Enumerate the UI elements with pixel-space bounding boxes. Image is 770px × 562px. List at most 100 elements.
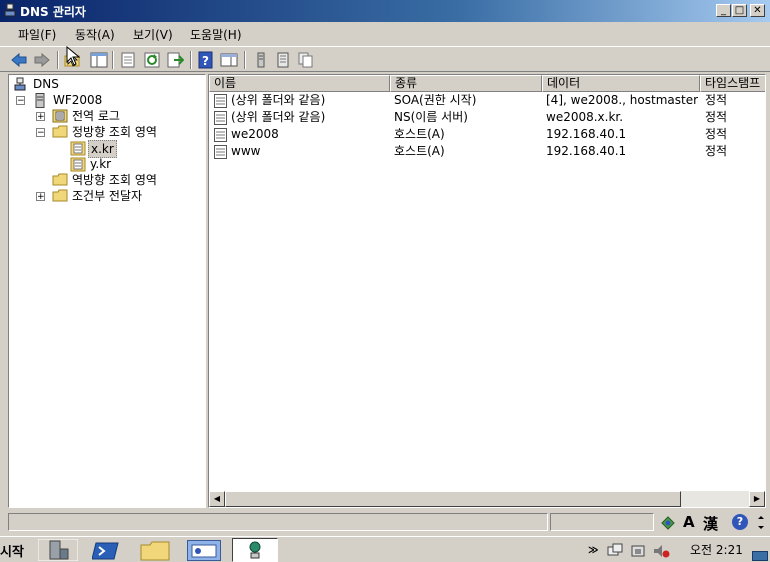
record-icon [214, 145, 227, 159]
status-panel [8, 513, 548, 531]
toolbar-separator [244, 51, 246, 69]
tree-item-label: WF2008 [53, 93, 103, 107]
expand-toggle[interactable]: + [36, 192, 45, 202]
column-header-name[interactable]: 이름 [209, 75, 390, 92]
taskbar: 시작 ≫ 오전 2:21 [0, 536, 770, 562]
menu-view[interactable]: 보기(V) [133, 26, 173, 43]
record-name: (상위 폴더와 같음) [231, 110, 326, 124]
dns-app-icon [249, 541, 261, 559]
scroll-thumb[interactable] [225, 491, 681, 507]
record-timestamp: 정적 [705, 127, 728, 141]
tree-item-label: 정방향 조회 영역 [72, 125, 157, 139]
record-type: 호스트(A) [394, 127, 445, 141]
powershell-icon[interactable] [92, 541, 120, 561]
menu-file[interactable]: 파일(F) [18, 26, 56, 43]
folder-icon [52, 189, 68, 202]
table-row[interactable]: we2008 호스트(A) 192.168.40.1 정적 [209, 126, 765, 143]
collapse-toggle[interactable]: − [16, 96, 25, 106]
svg-text:?: ? [202, 54, 209, 68]
export-list-icon[interactable] [166, 51, 184, 69]
toolbar: ? [0, 46, 770, 72]
status-bar: A 漢 ? [0, 510, 770, 534]
action-pane-icon[interactable] [220, 51, 238, 69]
record-type: NS(이름 서버) [394, 110, 468, 124]
column-header-type[interactable]: 종류 [390, 75, 542, 92]
record-data: 192.168.40.1 [546, 144, 627, 158]
language-bar-icon[interactable] [660, 515, 676, 531]
table-row[interactable]: (상위 폴더와 같음) SOA(권한 시작) [4], we2008., hos… [209, 92, 765, 109]
record-name: (상위 폴더와 같음) [231, 93, 326, 107]
security-tray-icon[interactable] [630, 543, 646, 559]
record-timestamp: 정적 [705, 110, 728, 124]
tree-item-label: DNS [33, 77, 59, 91]
record-name: www [231, 144, 261, 158]
record-name: we2008 [231, 127, 279, 141]
collapse-toggle[interactable]: − [36, 128, 45, 138]
record-icon [214, 111, 227, 125]
tree-item-label: y.kr [90, 157, 112, 171]
close-button[interactable]: ✕ [750, 4, 765, 17]
table-row[interactable]: www 호스트(A) 192.168.40.1 정적 [209, 143, 765, 160]
minimize-button[interactable]: _ [716, 4, 731, 17]
copy-icon[interactable] [296, 51, 314, 69]
menu-action[interactable]: 동작(A) [75, 26, 115, 43]
task-window-icon[interactable] [187, 540, 221, 561]
tree-item-label: 조건부 전달자 [72, 189, 143, 203]
scroll-right-button[interactable]: ▶ [749, 491, 765, 507]
server-icon [35, 93, 45, 108]
network-tray-icon[interactable] [607, 543, 623, 559]
record-timestamp: 정적 [705, 93, 728, 107]
maximize-button[interactable]: □ [732, 4, 747, 17]
help-icon[interactable]: ? [197, 51, 215, 69]
menu-bar: 파일(F) 동작(A) 보기(V) 도움말(H) [0, 22, 770, 44]
properties-icon[interactable] [119, 51, 137, 69]
dns-root-icon [14, 77, 26, 91]
window-title: DNS 관리자 [20, 5, 86, 19]
server-manager-icon[interactable] [38, 539, 78, 561]
record-type: 호스트(A) [394, 144, 445, 158]
hanja-button[interactable]: 漢 [703, 513, 718, 534]
forward-arrow-icon[interactable] [33, 51, 51, 69]
refresh-icon[interactable] [143, 51, 161, 69]
folder-icon [52, 125, 68, 138]
list-icon[interactable] [274, 51, 292, 69]
scroll-left-button[interactable]: ◀ [209, 491, 225, 507]
log-icon [52, 109, 68, 123]
horizontal-scrollbar[interactable]: ◀ ▶ [209, 491, 765, 507]
show-hide-tree-icon[interactable] [90, 51, 108, 69]
dns-app-icon [4, 3, 16, 17]
help-icon[interactable]: ? [732, 514, 748, 530]
back-arrow-icon[interactable] [10, 51, 28, 69]
record-icon [214, 94, 227, 108]
zone-icon [70, 157, 86, 172]
tree-item-label: 역방향 조회 영역 [72, 173, 157, 187]
start-button[interactable]: 시작 [0, 541, 24, 560]
record-icon [214, 128, 227, 142]
record-type: SOA(권한 시작) [394, 93, 477, 107]
tray-expand-button[interactable]: ≫ [588, 545, 598, 556]
column-header-timestamp[interactable]: 타임스탬프 [700, 75, 765, 92]
folder-icon [52, 173, 68, 186]
ime-mode-button[interactable]: A [683, 513, 695, 531]
zone-icon [70, 141, 86, 156]
list-pane: 이름 종류 데이터 타임스탬프 (상위 폴더와 같음) SOA(권한 시작) [… [208, 74, 766, 508]
title-bar: DNS 관리자 _ □ ✕ [0, 0, 770, 22]
tray-clock[interactable]: 오전 2:21 [690, 541, 743, 558]
toolbar-separator [112, 51, 114, 69]
explorer-folder-icon[interactable] [140, 541, 170, 561]
expand-toggle[interactable]: + [36, 112, 45, 122]
table-row[interactable]: (상위 폴더와 같음) NS(이름 서버) we2008.x.kr. 정적 [209, 109, 765, 126]
tree-pane: DNS − WF2008 + 전역 로그 − 정방향 조회 영역 x.kr y.… [8, 74, 206, 508]
tree-item-label: 전역 로그 [72, 109, 120, 123]
volume-tray-icon[interactable] [652, 543, 670, 559]
menu-help[interactable]: 도움말(H) [190, 26, 242, 43]
record-data: 192.168.40.1 [546, 127, 627, 141]
dns-manager-task-button[interactable] [232, 538, 278, 562]
record-timestamp: 정적 [705, 144, 728, 158]
langbar-options-icon[interactable] [756, 516, 766, 530]
column-header-data[interactable]: 데이터 [542, 75, 700, 92]
server-icon[interactable] [252, 51, 270, 69]
toolbar-separator [190, 51, 192, 69]
record-data: [4], we2008., hostmaster. [546, 93, 698, 107]
status-panel [550, 513, 654, 531]
